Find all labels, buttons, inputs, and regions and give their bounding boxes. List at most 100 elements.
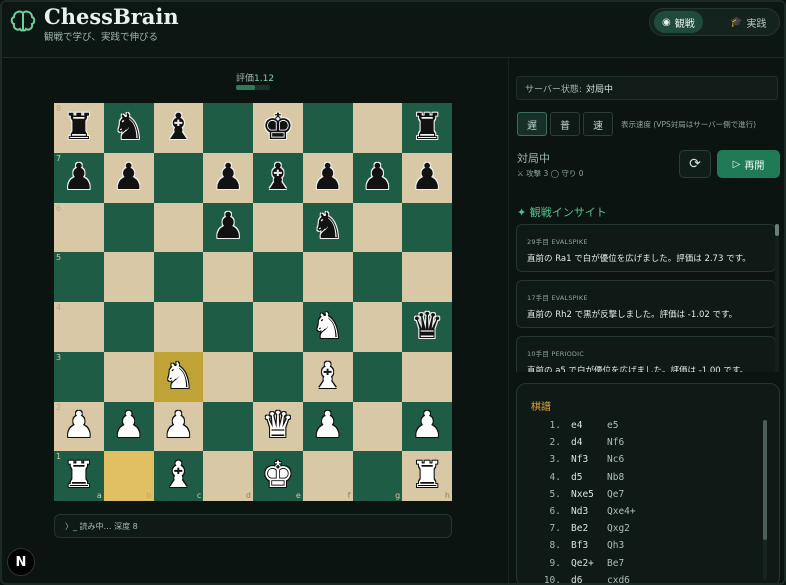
speed-normal-button[interactable]: 普 [550,112,580,136]
square-c8[interactable]: ♝ [153,103,204,153]
black-pawn-icon[interactable]: ♟ [212,209,244,245]
square-d4[interactable] [203,302,253,352]
square-d3[interactable] [203,351,253,402]
square-f1[interactable]: f [302,451,353,501]
square-c1[interactable]: c ♝ [153,451,204,501]
white-pawn-icon[interactable]: ♟ [63,408,95,444]
black-rook-icon[interactable]: ♜ [411,109,443,146]
black-king-icon[interactable]: ♚ [262,109,294,146]
insight-scrollbar[interactable] [775,224,779,372]
refresh-button[interactable]: ⟳ [679,150,711,178]
speed-fast-button[interactable]: 速 [583,112,613,136]
black-pawn-icon[interactable]: ♟ [212,159,244,196]
practice-mode-button[interactable]: 🎓 実践 [722,11,774,33]
replay-button[interactable]: ▷ 再開 [717,150,780,178]
square-d5[interactable] [203,252,253,302]
move-row[interactable]: 1. e4 e5 [535,420,619,431]
square-a1[interactable]: 1 a ♜ [54,451,104,501]
move-row[interactable]: 9. Qe2+ Be7 [535,558,625,569]
speed-slow-button[interactable]: 遅 [517,112,547,136]
square-e5[interactable] [253,252,303,302]
move-row[interactable]: 5. Nxe5 Qe7 [535,489,625,500]
white-king-icon[interactable]: ♚ [262,458,294,494]
white-pawn-icon[interactable]: ♟ [411,408,443,444]
black-rook-icon[interactable]: ♜ [63,109,95,146]
app-badge[interactable]: N [7,548,35,576]
black-pawn-icon[interactable]: ♟ [411,159,443,196]
square-f3[interactable]: ♝ [302,351,353,402]
square-e1[interactable]: e ♚ [253,451,303,501]
black-pawn-icon[interactable]: ♟ [112,159,144,196]
square-d1[interactable]: d [203,451,253,501]
move-row[interactable]: 3. Nf3 Nc6 [535,454,625,465]
square-f8[interactable] [302,103,353,153]
insight-list[interactable]: 29手目 EVALSPIKE 直前の Ra1 で白が優位を広げました。評価は 2… [516,224,780,372]
white-knight-icon[interactable]: ♞ [162,358,194,395]
square-a3[interactable]: 3 [54,351,104,402]
moves-scroll-thumb[interactable] [763,420,767,540]
square-f6[interactable]: ♞ [302,202,353,253]
white-pawn-icon[interactable]: ♟ [112,408,144,444]
square-e3[interactable] [253,351,303,402]
white-pawn-icon[interactable]: ♟ [162,408,194,444]
square-d2[interactable] [203,401,253,452]
square-h3[interactable] [402,351,452,402]
square-e8[interactable]: ♚ [253,103,303,153]
square-c7[interactable] [153,152,204,203]
square-e2[interactable]: ♛ [253,401,303,452]
square-h7[interactable]: ♟ [402,152,452,203]
square-c2[interactable]: ♟ [153,401,204,452]
square-e7[interactable]: ♝ [253,152,303,203]
white-rook-icon[interactable]: ♜ [411,458,443,494]
black-pawn-icon[interactable]: ♟ [63,159,95,196]
square-h5[interactable] [402,252,452,302]
square-a7[interactable]: 7 ♟ [54,152,104,203]
square-c4[interactable] [153,302,204,352]
square-a8[interactable]: 8 ♜ [54,103,104,153]
square-h4[interactable]: ♛ [402,302,452,352]
move-row[interactable]: 2. d4 Nf6 [535,437,625,448]
square-a2[interactable]: 2 ♟ [54,401,104,452]
white-queen-icon[interactable]: ♛ [262,408,294,444]
square-b4[interactable] [103,302,154,352]
square-c5[interactable] [153,252,204,302]
square-b1[interactable]: b [103,451,154,501]
square-g8[interactable] [352,103,403,153]
square-h1[interactable]: h ♜ [402,451,452,501]
square-e6[interactable] [253,202,303,253]
white-knight-icon[interactable]: ♞ [311,308,343,345]
square-b6[interactable] [103,202,154,253]
square-b7[interactable]: ♟ [103,152,154,203]
square-f4[interactable]: ♞ [302,302,353,352]
watch-mode-button[interactable]: ◉ 観戦 [654,11,703,33]
square-f7[interactable]: ♟ [302,152,353,203]
square-g6[interactable] [352,202,403,253]
move-row[interactable]: 7. Be2 Qxg2 [535,523,630,534]
insight-scroll-thumb[interactable] [775,224,779,236]
square-a5[interactable]: 5 [54,252,104,302]
black-queen-icon[interactable]: ♛ [411,308,443,345]
white-rook-icon[interactable]: ♜ [63,458,95,494]
square-a4[interactable]: 4 [54,302,104,352]
black-knight-icon[interactable]: ♞ [112,109,144,146]
square-b3[interactable] [103,351,154,402]
square-c3[interactable]: ♞ [153,351,204,402]
square-g2[interactable] [352,401,403,452]
chess-board[interactable]: 8 ♜ ♞ ♝ ♚ ♜ 7 ♟ ♟ ♟ ♝ ♟ ♟ ♟ 6 ♟ ♞ 5 4 ♞ ♛ 3 ♞ ♝ 2 ♟ ♟ ♟ ♛ ♟ ♟ 1 a ♜ b c ♝ d e ♚… [54,103,452,501]
square-f5[interactable] [302,252,353,302]
square-g1[interactable]: g [352,451,403,501]
black-pawn-icon[interactable]: ♟ [311,159,343,196]
square-h8[interactable]: ♜ [402,103,452,153]
square-e4[interactable] [253,302,303,352]
square-h6[interactable] [402,202,452,253]
black-bishop-icon[interactable]: ♝ [262,159,294,196]
square-d7[interactable]: ♟ [203,152,253,203]
square-d6[interactable]: ♟ [203,202,253,253]
black-bishop-icon[interactable]: ♝ [162,109,194,146]
white-bishop-icon[interactable]: ♝ [162,458,194,494]
move-row[interactable]: 8. Bf3 Qh3 [535,540,625,551]
square-b2[interactable]: ♟ [103,401,154,452]
black-knight-icon[interactable]: ♞ [311,209,343,245]
square-g5[interactable] [352,252,403,302]
square-b5[interactable] [103,252,154,302]
